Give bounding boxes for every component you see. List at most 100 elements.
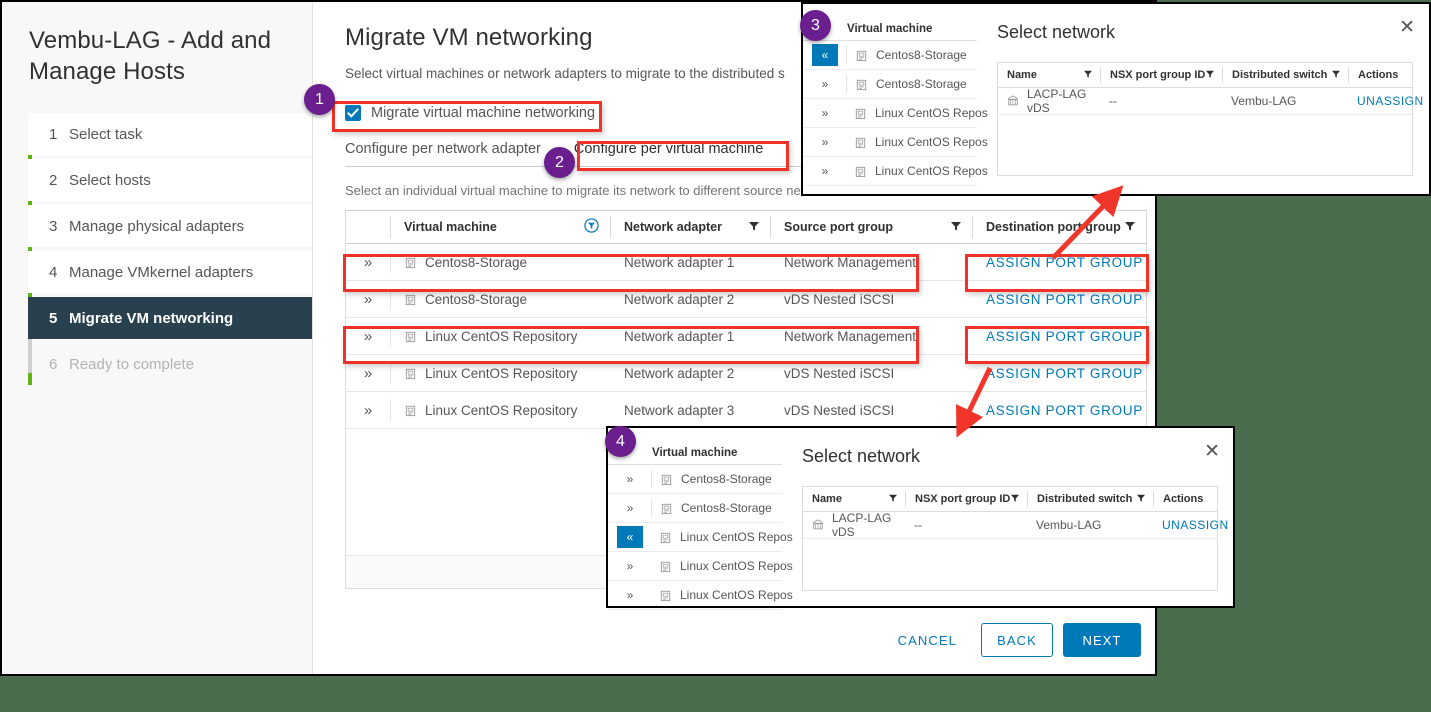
sidebar-step-select-hosts[interactable]: 2 Select hosts: [28, 159, 312, 202]
expand-row-icon[interactable]: »: [346, 362, 391, 384]
filter-icon[interactable]: [951, 220, 961, 234]
grid-header-label: Source port group: [784, 220, 894, 234]
network-col-actions: Actions: [1348, 67, 1412, 83]
step-label: Manage physical adapters: [69, 217, 245, 235]
annotation-box-row3: [343, 326, 919, 364]
assign-port-group-link[interactable]: ASSIGN PORT GROUP: [986, 403, 1143, 418]
annotation-box-checkbox: [332, 101, 602, 132]
vmlist-row[interactable]: » Linux CentOS Repos: [803, 99, 988, 128]
vmlist-row[interactable]: » Centos8-Storage: [608, 494, 782, 523]
filter-icon[interactable]: [889, 493, 897, 505]
vmlist-expand-button[interactable]: »: [617, 468, 643, 490]
step-number: 1: [49, 125, 58, 143]
vmlist-expand-button[interactable]: «: [617, 526, 643, 548]
table-row[interactable]: » Linux CentOS Repository Network adapter …: [346, 392, 1146, 429]
vmlist-name: Centos8-Storage: [855, 48, 967, 62]
network-col-nsx-port-group-id[interactable]: NSX port group ID: [1100, 67, 1222, 83]
unassign-link[interactable]: UNASSIGN: [1153, 518, 1229, 532]
wizard-step-list: 1 Select task 2 Select hosts 3 Manage ph…: [2, 113, 312, 386]
network-nsx-cell: --: [914, 518, 922, 532]
vmlist-name: Linux CentOS Repos: [854, 106, 988, 120]
col-label: Actions: [1358, 69, 1399, 81]
vmlist-expand-button[interactable]: »: [812, 73, 838, 95]
grid-header-source-port-group[interactable]: Source port group: [770, 216, 972, 238]
vmlist-row[interactable]: » Linux CentOS Repos: [803, 128, 988, 157]
col-label: NSX port group ID: [1110, 69, 1206, 81]
filter-icon[interactable]: [1206, 69, 1214, 81]
network-col-distributed-switch[interactable]: Distributed switch: [1027, 491, 1153, 507]
vmlist-row[interactable]: » Linux CentOS Repos: [608, 581, 793, 610]
sidebar-step-select-task[interactable]: 1 Select task: [28, 113, 312, 156]
grid-header-row: Virtual machine Network adapter Source p…: [346, 211, 1146, 244]
vmlist-expand-button[interactable]: »: [617, 497, 643, 519]
vmlist-name: Centos8-Storage: [660, 472, 772, 486]
cancel-button[interactable]: CANCEL: [880, 623, 975, 657]
step-number: 4: [49, 263, 58, 281]
vmlist-expand-button[interactable]: »: [812, 131, 838, 153]
network-name-cell: LACP-LAG vDS: [803, 511, 905, 539]
col-label: Distributed switch: [1037, 493, 1133, 505]
vmlist-expand-button[interactable]: »: [812, 102, 838, 124]
back-button[interactable]: BACK: [981, 623, 1053, 657]
col-label: Name: [812, 493, 842, 505]
filter-icon[interactable]: [1125, 220, 1135, 234]
vmlist-expand-button[interactable]: »: [617, 584, 643, 606]
sidebar-step-migrate-vm-networking[interactable]: 5 Migrate VM networking: [28, 297, 312, 340]
filter-icon[interactable]: [1084, 69, 1092, 81]
vm-icon: [660, 473, 673, 486]
select-network-dialog-bottom: Virtual machine » Centos8-Storage» Centos8…: [606, 426, 1235, 610]
vmlist-expand-button[interactable]: »: [617, 555, 643, 577]
vmlist-expand-button[interactable]: »: [812, 160, 838, 182]
vmlist-row[interactable]: « Linux CentOS Repos: [608, 523, 793, 552]
vmlist-row[interactable]: » Linux CentOS Repos: [608, 552, 793, 581]
vmlist-row[interactable]: « Centos8-Storage: [803, 41, 977, 70]
vmlist-row[interactable]: » Centos8-Storage: [608, 465, 782, 494]
dialog-top-vmlist-rows: « Centos8-Storage » Centos8-Storage » Linux C…: [803, 41, 988, 186]
cell-virtual-machine: Linux CentOS Repository: [391, 392, 611, 428]
filter-active-icon[interactable]: [584, 218, 599, 236]
close-icon[interactable]: ✕: [1204, 442, 1220, 461]
filter-icon[interactable]: [1137, 493, 1145, 505]
vmlist-row[interactable]: » Centos8-Storage: [803, 70, 977, 99]
vmlist-expand-button[interactable]: «: [812, 44, 838, 66]
grid-header-virtual-machine[interactable]: Virtual machine: [390, 216, 610, 238]
filter-icon[interactable]: [1332, 69, 1340, 81]
next-button[interactable]: NEXT: [1063, 623, 1141, 657]
vm-icon: [659, 589, 672, 602]
network-name-cell: LACP-LAG vDS: [998, 87, 1100, 115]
network-col-name[interactable]: Name: [803, 491, 905, 507]
vmlist-row[interactable]: » Linux CentOS Repos: [803, 157, 988, 186]
assign-port-group-link[interactable]: ASSIGN PORT GROUP: [986, 292, 1143, 307]
filter-icon[interactable]: [749, 220, 759, 234]
cell-network-adapter: Network adapter 3: [624, 402, 735, 418]
vmlist-name: Linux CentOS Repos: [659, 559, 793, 573]
expand-row-icon[interactable]: »: [346, 399, 391, 421]
dialog-bottom-network-table: Name NSX port group ID Distributed switc…: [802, 486, 1228, 591]
annotation-box-row3-assign: [965, 326, 1149, 364]
network-col-distributed-switch[interactable]: Distributed switch: [1222, 67, 1348, 83]
assign-port-group-link[interactable]: ASSIGN PORT GROUP: [986, 366, 1143, 381]
network-col-nsx-port-group-id[interactable]: NSX port group ID: [905, 491, 1027, 507]
wizard-button-bar: CANCEL BACK NEXT: [880, 623, 1141, 657]
grid-header-network-adapter[interactable]: Network adapter: [610, 216, 770, 238]
cell-destination-port-group: ASSIGN PORT GROUP: [973, 392, 1146, 428]
dialog-top-network-table: Name NSX port group ID Distributed switc…: [997, 62, 1423, 176]
table-row[interactable]: LACP-LAG vDS -- Vembu-LAG UNASSIGN: [803, 511, 1228, 539]
grid-header-label: Virtual machine: [404, 220, 497, 234]
sidebar-step-manage-vmkernel-adapters[interactable]: 4 Manage VMkernel adapters: [28, 251, 312, 294]
sidebar-step-manage-physical-adapters[interactable]: 3 Manage physical adapters: [28, 205, 312, 248]
filter-icon[interactable]: [1011, 493, 1019, 505]
grid-header-destination-port-group[interactable]: Destination port group: [972, 216, 1146, 238]
network-col-name[interactable]: Name: [998, 67, 1100, 83]
close-icon[interactable]: ✕: [1399, 18, 1415, 37]
unassign-link[interactable]: UNASSIGN: [1348, 94, 1424, 108]
network-table-header: Name NSX port group ID Distributed switc…: [998, 63, 1412, 88]
tab-configure-per-network-adapter[interactable]: Configure per network adapter: [345, 141, 541, 166]
step-label: Select task: [69, 125, 143, 143]
divider: [846, 46, 847, 64]
wizard-title: Vembu-LAG - Add and Manage Hosts: [29, 27, 272, 85]
step-number: 3: [49, 217, 58, 235]
divider: [651, 470, 652, 488]
table-row[interactable]: LACP-LAG vDS -- Vembu-LAG UNASSIGN: [998, 87, 1423, 115]
col-label: Actions: [1163, 493, 1204, 505]
